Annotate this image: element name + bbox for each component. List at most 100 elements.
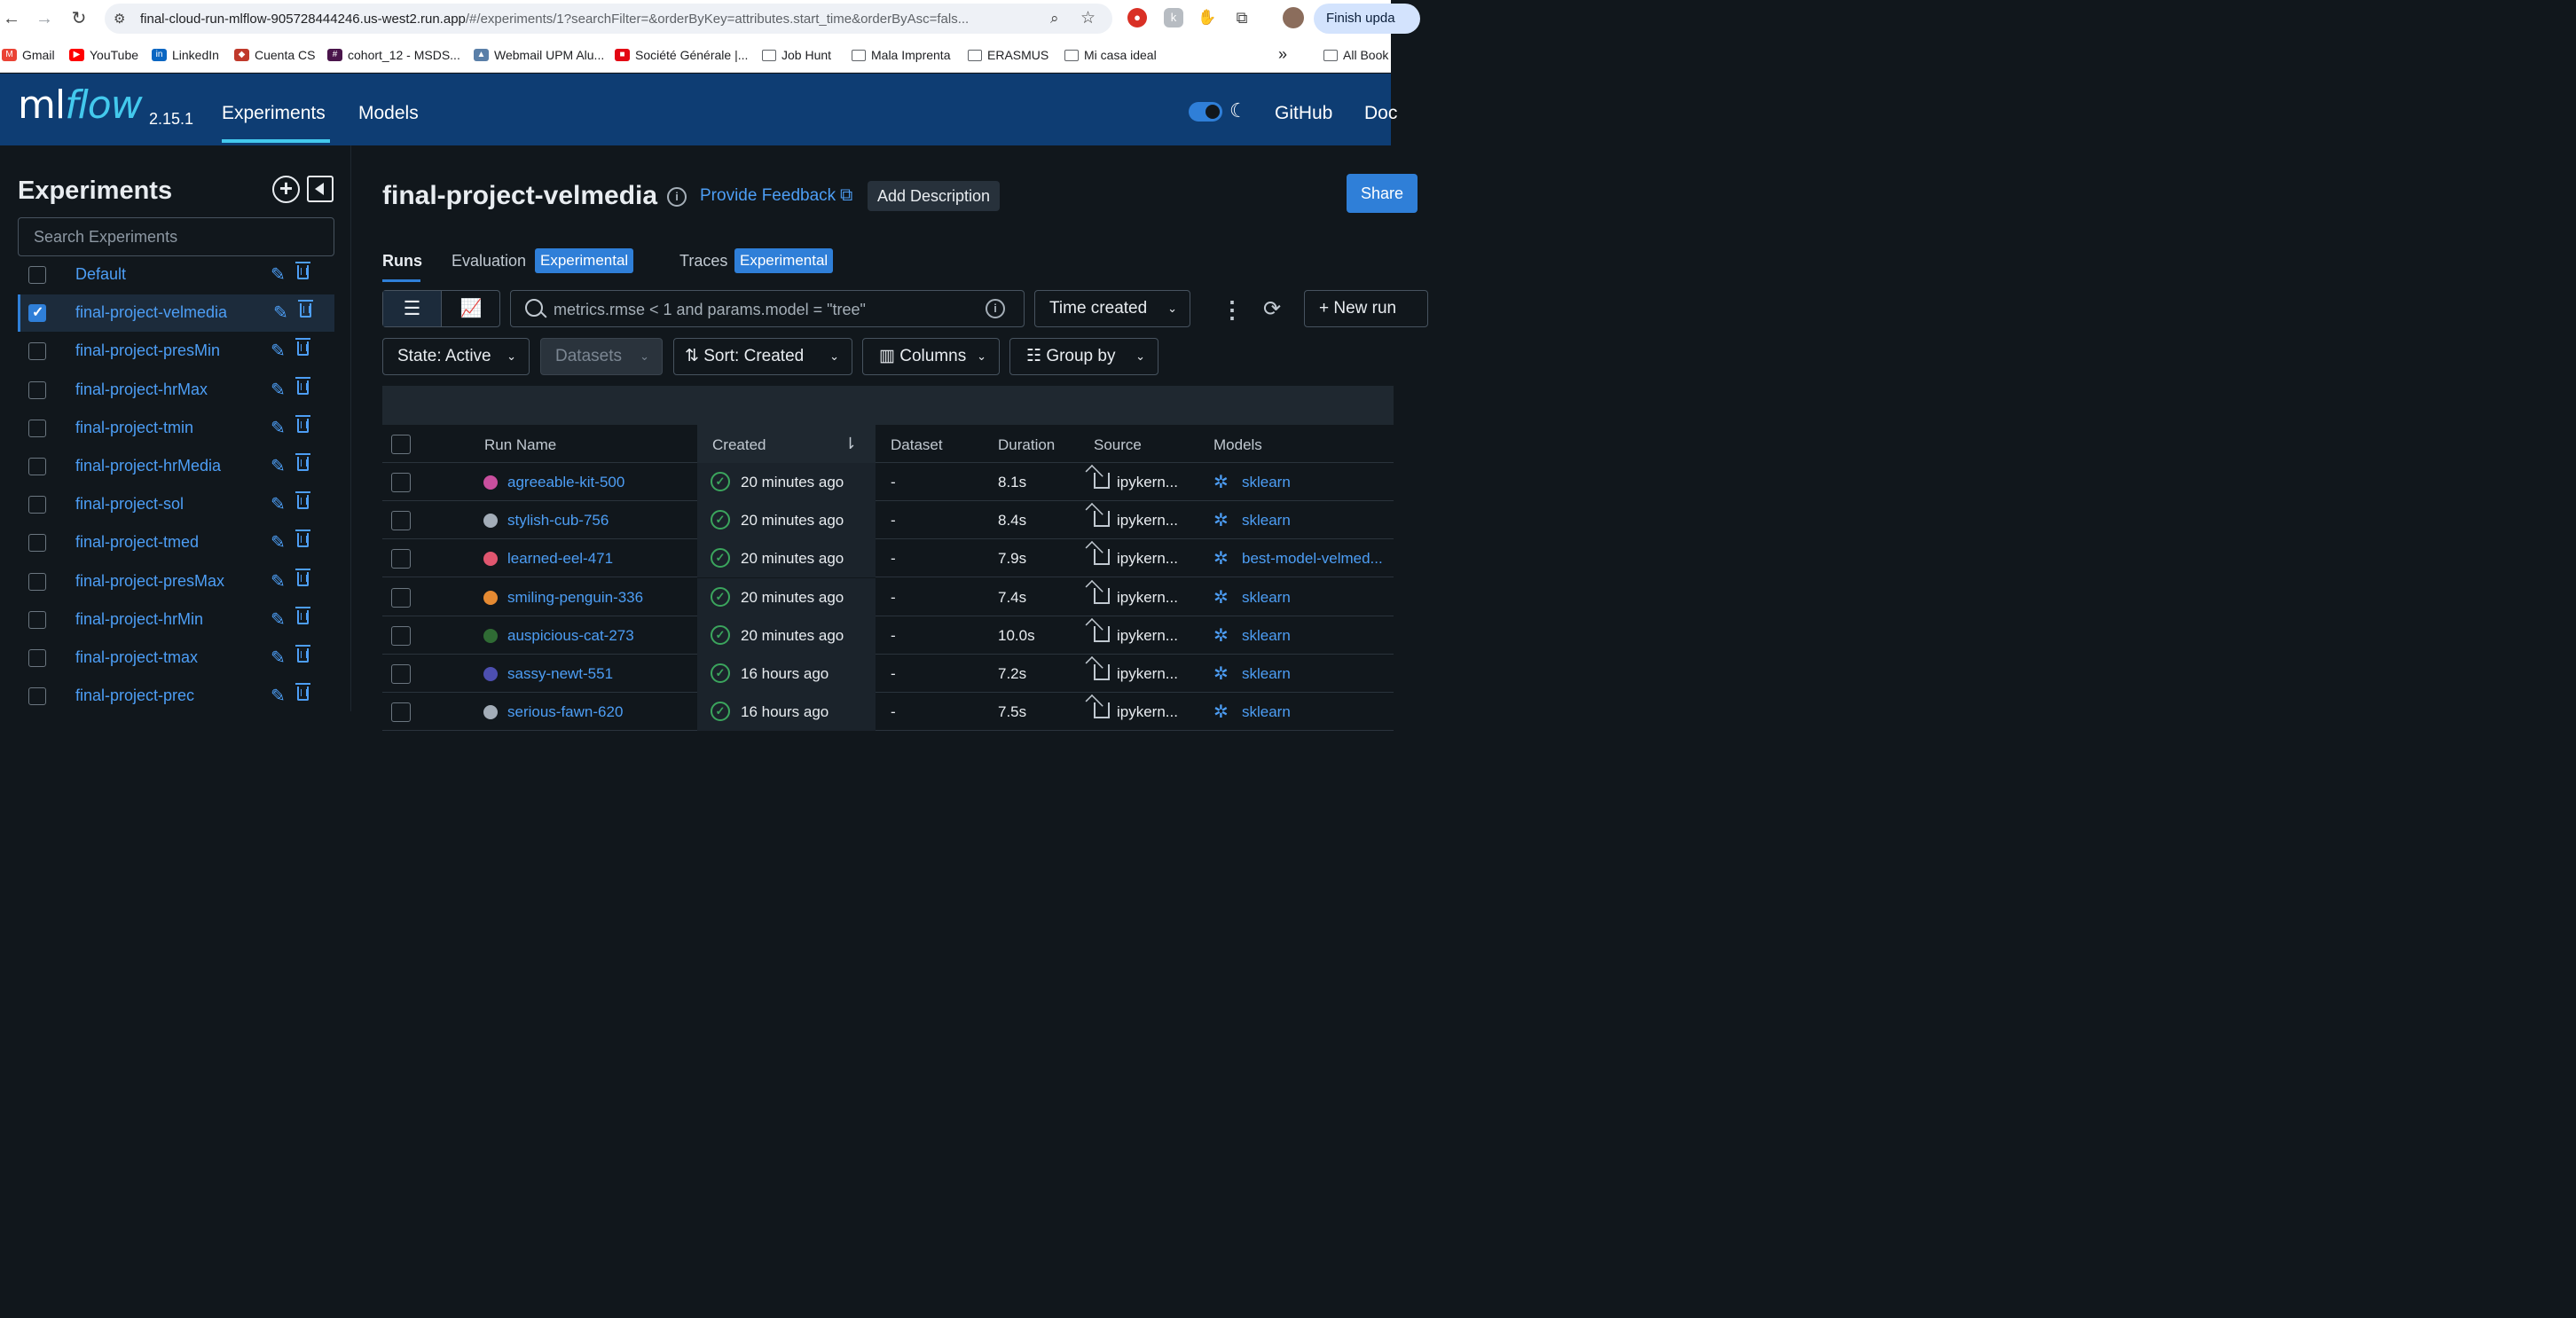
edit-pencil-icon[interactable]: ✎ [273,302,288,324]
experiment-name[interactable]: final-project-tmax [75,648,198,667]
run-color-dot[interactable] [483,705,498,720]
trash-icon[interactable] [295,262,310,279]
chart-view-icon[interactable]: 📈 [442,291,500,326]
bookmark-all-bookmarks[interactable]: All Book [1323,48,1388,62]
experiment-checkbox[interactable] [28,610,46,629]
column-models[interactable]: Models [1213,436,1262,454]
bookmarks-overflow-icon[interactable]: » [1278,45,1287,64]
mlflow-logo[interactable]: mlflow [18,82,143,128]
run-color-dot[interactable] [483,628,498,643]
run-color-dot[interactable] [483,514,498,529]
bookmark-societe-generale[interactable]: ■ Société Générale |... [615,48,748,62]
experiment-item[interactable]: final-project-velmedia ✎ [18,294,334,333]
experiment-item[interactable]: final-project-hrMedia ✎ [18,448,334,485]
zoom-icon[interactable]: ⌕ [1050,10,1059,27]
nav-docs[interactable]: Doc [1364,103,1397,124]
experiment-checkbox[interactable] [28,266,46,284]
source-value[interactable]: ipykern... [1117,665,1178,683]
row-checkbox[interactable] [391,625,411,646]
thumbs-down-extension-icon[interactable]: ✋ [1198,8,1217,27]
bookmark-mi-casa-ideal[interactable]: Mi casa ideal [1064,48,1157,62]
row-checkbox[interactable] [391,664,411,684]
search-info-icon[interactable]: i [986,299,1005,318]
experiment-name[interactable]: final-project-tmin [75,419,193,437]
sort-select[interactable]: ⇅ Sort: Created ⌄ [673,338,852,375]
datasets-filter[interactable]: Datasets ⌄ [540,338,663,375]
experiment-item[interactable]: final-project-sol ✎ [18,486,334,523]
sort-descending-icon[interactable]: ⇂ [844,435,857,453]
forward-icon[interactable]: → [33,7,56,30]
info-icon[interactable]: i [667,187,687,207]
run-name-link[interactable]: sassy-newt-551 [507,665,613,683]
bookmark-gmail[interactable]: M Gmail [2,48,55,62]
bookmark-erasmus[interactable]: ERASMUS [968,48,1048,62]
run-color-dot[interactable] [483,552,498,567]
edit-pencil-icon[interactable]: ✎ [271,647,286,669]
edit-pencil-icon[interactable]: ✎ [271,493,286,515]
source-value[interactable]: ipykern... [1117,627,1178,645]
nav-models[interactable]: Models [358,103,419,124]
row-checkbox[interactable] [391,511,411,531]
add-description-button[interactable]: Add Description [868,181,1001,211]
experiment-item[interactable]: final-project-hrMin ✎ [18,601,334,639]
time-created-select[interactable]: Time created ⌄ [1034,290,1190,327]
column-run-name[interactable]: Run Name [484,436,556,454]
trash-icon[interactable] [295,376,310,395]
bookmark-linkedin[interactable]: in LinkedIn [152,48,219,62]
trash-icon[interactable] [295,530,310,548]
source-value[interactable]: ipykern... [1117,550,1178,568]
row-checkbox[interactable] [391,473,411,492]
source-value[interactable]: ipykern... [1117,474,1178,491]
edit-pencil-icon[interactable]: ✎ [271,570,286,592]
trash-icon[interactable] [295,568,310,586]
experiment-checkbox[interactable] [28,458,46,475]
experiment-name[interactable]: final-project-hrMin [75,610,203,629]
experiment-name[interactable]: final-project-presMax [75,572,224,591]
search-experiments-input[interactable] [18,217,334,256]
edit-pencil-icon[interactable]: ✎ [271,531,286,553]
edit-pencil-icon[interactable]: ✎ [271,379,286,401]
edit-pencil-icon[interactable]: ✎ [271,263,286,286]
address-bar[interactable]: ⚙ final-cloud-run-mlflow-905728444246.us… [105,4,1112,34]
experiment-item[interactable]: final-project-presMax ✎ [18,563,334,600]
columns-select[interactable]: ▥ Columns ⌄ [862,338,1000,375]
run-name-link[interactable]: serious-fawn-620 [507,703,623,721]
experiment-name[interactable]: final-project-hrMedia [75,457,221,475]
select-all-checkbox[interactable] [391,435,411,454]
nav-experiments[interactable]: Experiments [222,103,326,124]
adblock-extension-icon[interactable]: ● [1127,8,1147,27]
run-name-link[interactable]: smiling-penguin-336 [507,589,643,607]
row-checkbox[interactable] [391,549,411,569]
url-text[interactable]: final-cloud-run-mlflow-905728444246.us-w… [140,12,969,27]
column-dataset[interactable]: Dataset [891,436,943,454]
trash-icon[interactable] [295,414,310,433]
column-duration[interactable]: Duration [998,436,1055,454]
column-created[interactable]: Created [712,436,766,454]
bookmark-job-hunt[interactable]: Job Hunt [762,48,831,62]
source-value[interactable]: ipykern... [1117,703,1178,721]
refresh-icon[interactable]: ⟳ [1263,296,1281,322]
row-checkbox[interactable] [391,702,411,723]
experiment-item[interactable]: final-project-hrMax ✎ [18,372,334,409]
bookmark-webmail-upm[interactable]: ▲ Webmail UPM Alu... [474,48,604,62]
trash-icon[interactable] [298,300,313,318]
dark-mode-toggle[interactable] [1189,102,1222,122]
trash-icon[interactable] [295,606,310,624]
model-link[interactable]: sklearn [1242,665,1291,683]
back-icon[interactable]: ← [0,7,23,30]
bookmark-cohort[interactable]: # cohort_12 - MSDS... [327,48,460,62]
model-link[interactable]: sklearn [1242,512,1291,530]
experiment-name[interactable]: final-project-presMin [75,341,220,360]
bookmark-cuenta-cs[interactable]: ◆ Cuenta CS [234,48,315,62]
bookmark-star-icon[interactable]: ☆ [1080,8,1096,28]
experiment-item[interactable]: final-project-tmax ✎ [18,639,334,677]
run-color-dot[interactable] [483,590,498,605]
experiment-checkbox[interactable] [28,303,46,323]
trash-icon[interactable] [295,453,310,471]
reload-icon[interactable]: ↻ [67,7,90,30]
source-value[interactable]: ipykern... [1117,589,1178,607]
run-color-dot[interactable] [483,475,498,490]
run-search-input[interactable]: metrics.rmse < 1 and params.model = "tre… [510,290,1025,327]
run-name-link[interactable]: stylish-cub-756 [507,512,609,530]
provide-feedback-link[interactable]: Provide Feedback [700,186,836,206]
